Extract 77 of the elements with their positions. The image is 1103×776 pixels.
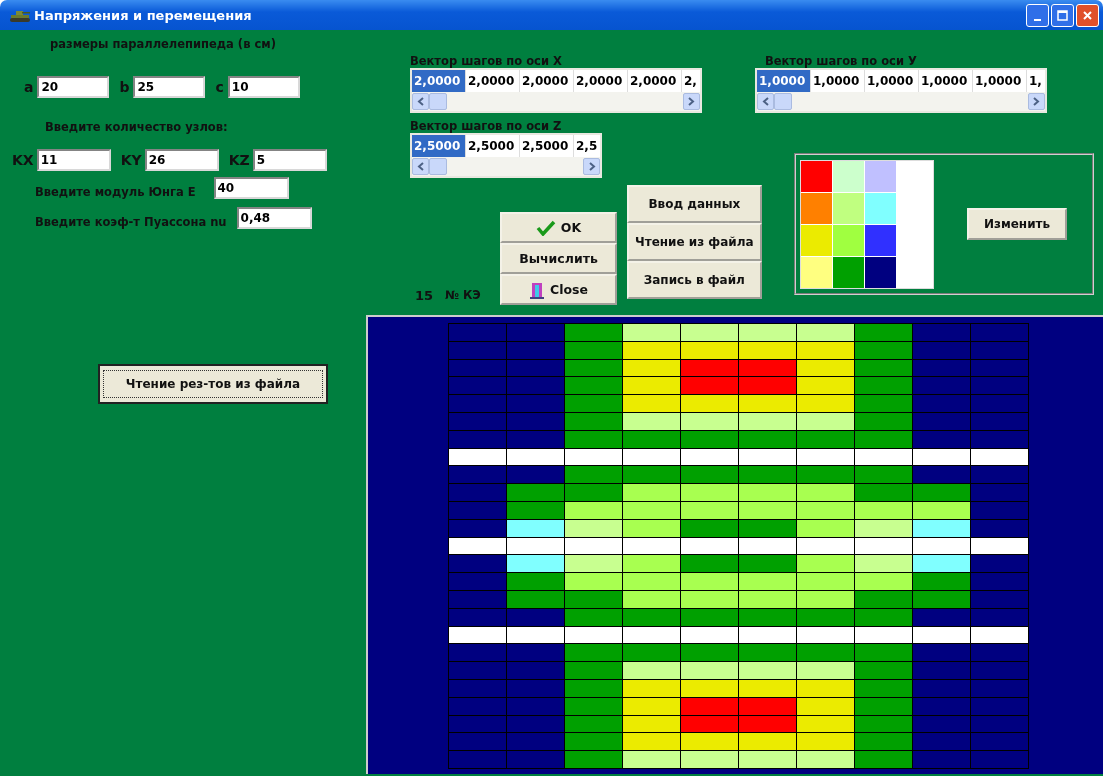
grid-cell[interactable]: 1, xyxy=(1027,70,1045,92)
checkmark-icon xyxy=(535,219,556,236)
scroll-left-button[interactable] xyxy=(412,93,429,110)
scrollbar[interactable] xyxy=(757,92,1045,111)
element-number: 15 xyxy=(415,288,434,303)
color-swatch[interactable] xyxy=(865,224,896,256)
chevron-right-icon xyxy=(1032,97,1041,106)
field-label: KY xyxy=(120,152,142,168)
chevron-right-icon xyxy=(587,162,596,171)
field-label: KX xyxy=(12,152,34,168)
scroll-right-button[interactable] xyxy=(1027,93,1045,110)
scroll-thumb[interactable] xyxy=(429,93,447,110)
input-field[interactable]: 40 xyxy=(213,177,289,199)
tank-icon xyxy=(10,8,30,22)
minimize-icon xyxy=(1034,18,1041,21)
close-button[interactable] xyxy=(1076,3,1099,27)
vector-label: Вектор шагов по оси Z xyxy=(410,119,563,133)
grid-cell[interactable]: 2, xyxy=(682,70,700,92)
field-label: a xyxy=(24,79,34,95)
color-swatch[interactable] xyxy=(865,192,896,224)
input-field[interactable]: 10 xyxy=(227,76,300,98)
chevron-left-icon xyxy=(416,162,425,171)
scrollbar[interactable] xyxy=(412,92,700,111)
file-button[interactable]: Ввод данных xyxy=(627,185,762,223)
close-app-button[interactable]: Close xyxy=(500,274,617,305)
input-field[interactable]: 25 xyxy=(133,76,206,98)
field-label: c xyxy=(215,79,224,95)
scroll-left-button[interactable] xyxy=(412,158,429,175)
color-swatch[interactable] xyxy=(833,256,864,288)
input-field[interactable]: 26 xyxy=(144,149,219,171)
calculate-button[interactable]: Вычислить xyxy=(500,243,617,274)
chevron-left-icon xyxy=(416,97,425,106)
input-field[interactable]: 20 xyxy=(37,76,110,98)
input-field[interactable]: 11 xyxy=(36,149,111,171)
grid-cell[interactable]: 2,0000 xyxy=(412,70,466,92)
chevron-left-icon xyxy=(761,97,770,106)
maximize-button[interactable] xyxy=(1051,3,1074,27)
element-number-label: № КЭ xyxy=(445,288,481,303)
door-icon xyxy=(529,280,545,299)
field-label: b xyxy=(119,79,130,95)
window-title: Напряжения и перемещения xyxy=(34,7,252,23)
input-field[interactable]: 5 xyxy=(252,149,327,171)
scroll-left-button[interactable] xyxy=(757,93,774,110)
color-swatch[interactable] xyxy=(801,160,832,192)
change-button[interactable]: Изменить xyxy=(967,208,1067,240)
color-swatch[interactable] xyxy=(801,224,832,256)
grid-cell[interactable]: 2,5 xyxy=(574,135,601,157)
color-swatch[interactable] xyxy=(865,256,896,288)
read-results-button[interactable]: Чтение рез-тов из файла xyxy=(98,364,328,404)
close-icon xyxy=(1082,9,1093,21)
grid-cell[interactable]: 1,0000 xyxy=(757,70,811,92)
file-button[interactable]: Чтение из файла xyxy=(627,223,762,261)
color-swatch[interactable] xyxy=(865,160,896,192)
scroll-right-button[interactable] xyxy=(583,158,601,175)
color-swatch[interactable] xyxy=(801,256,832,288)
color-swatch[interactable] xyxy=(833,224,864,256)
chevron-right-icon xyxy=(687,97,696,106)
section-label: Введите количество узлов: xyxy=(45,120,228,134)
scroll-right-button[interactable] xyxy=(682,93,700,110)
color-swatch[interactable] xyxy=(801,192,832,224)
field-label: Введите модуль Юнга E xyxy=(35,185,196,199)
vector-label: Вектор шагов по оси У xyxy=(765,54,918,68)
field-label: Введите коэф-т Пуассона nu xyxy=(35,215,227,229)
grid-cell[interactable]: 2,5000 xyxy=(412,135,466,157)
color-swatch[interactable] xyxy=(833,160,864,192)
minimize-button[interactable] xyxy=(1026,3,1049,27)
field-label: KZ xyxy=(228,152,250,168)
section-label: размеры параллелепипеда (в см) xyxy=(50,37,276,51)
scroll-thumb[interactable] xyxy=(774,93,792,110)
maximize-icon xyxy=(1057,9,1068,21)
ok-button[interactable]: OK xyxy=(500,212,617,243)
scrollbar[interactable] xyxy=(412,157,601,176)
input-field[interactable]: 0,48 xyxy=(236,207,312,229)
color-swatch[interactable] xyxy=(833,192,864,224)
file-button[interactable]: Запись в файл xyxy=(627,261,762,299)
scroll-thumb[interactable] xyxy=(429,158,447,175)
vector-label: Вектор шагов по оси X xyxy=(410,54,563,68)
